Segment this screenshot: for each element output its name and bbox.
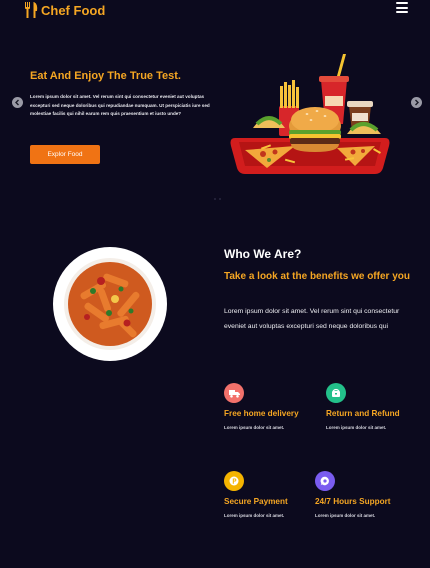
feature-title: Secure Payment: [224, 497, 288, 506]
top-navbar: Chef Food: [0, 0, 430, 22]
feature-title: Free home delivery: [224, 409, 299, 418]
feature-secure-payment: Secure Payment Lorem ipsum dolor sit ame…: [224, 471, 288, 518]
feature-return-refund: Return and Refund Lorem ipsum dolor sit …: [326, 383, 400, 430]
hero-title: Eat And Enjoy The True Test.: [30, 70, 181, 82]
truck-icon: [224, 383, 244, 403]
about-description: Lorem ipsum dolor sit amet. Vel rerum si…: [224, 308, 400, 330]
feature-text: Lorem ipsum dolor sit amet.: [224, 425, 285, 430]
about-heading: Who We Are?: [224, 247, 302, 261]
feature-text: Lorem ipsum dolor sit amet.: [326, 425, 387, 430]
chevron-right-icon: [415, 99, 419, 106]
carousel-indicators: [214, 198, 221, 200]
hero-description: Lorem ipsum dolor sit amet. Vel rerum si…: [30, 94, 210, 116]
carousel-prev-button[interactable]: [12, 97, 23, 108]
support-chat-icon: [315, 471, 335, 491]
carousel-dot[interactable]: [214, 198, 216, 200]
fast-food-tray-image: [230, 54, 390, 174]
carousel-dot[interactable]: [219, 198, 221, 200]
feature-title: Return and Refund: [326, 409, 400, 418]
feature-free-delivery: Free home delivery Lorem ipsum dolor sit…: [224, 383, 299, 430]
hamburger-menu-icon[interactable]: [396, 2, 408, 13]
feature-text: Lorem ipsum dolor sit amet.: [224, 513, 285, 518]
carousel-next-button[interactable]: [411, 97, 422, 108]
brand-name: Chef Food: [41, 2, 106, 18]
chevron-left-icon: [15, 99, 19, 106]
feature-text: Lorem ipsum dolor sit amet.: [315, 513, 376, 518]
payment-icon: [224, 471, 244, 491]
feature-title: 24/7 Hours Support: [315, 497, 391, 506]
fork-knife-icon: [25, 2, 38, 18]
return-box-icon: [326, 383, 346, 403]
explore-food-button[interactable]: Explor Food: [30, 145, 100, 164]
feature-support: 24/7 Hours Support Lorem ipsum dolor sit…: [315, 471, 391, 518]
pasta-plate-image: [53, 247, 167, 361]
brand-logo[interactable]: Chef Food: [25, 2, 105, 18]
about-subheading: Take a look at the benefits we offer you: [224, 271, 410, 282]
